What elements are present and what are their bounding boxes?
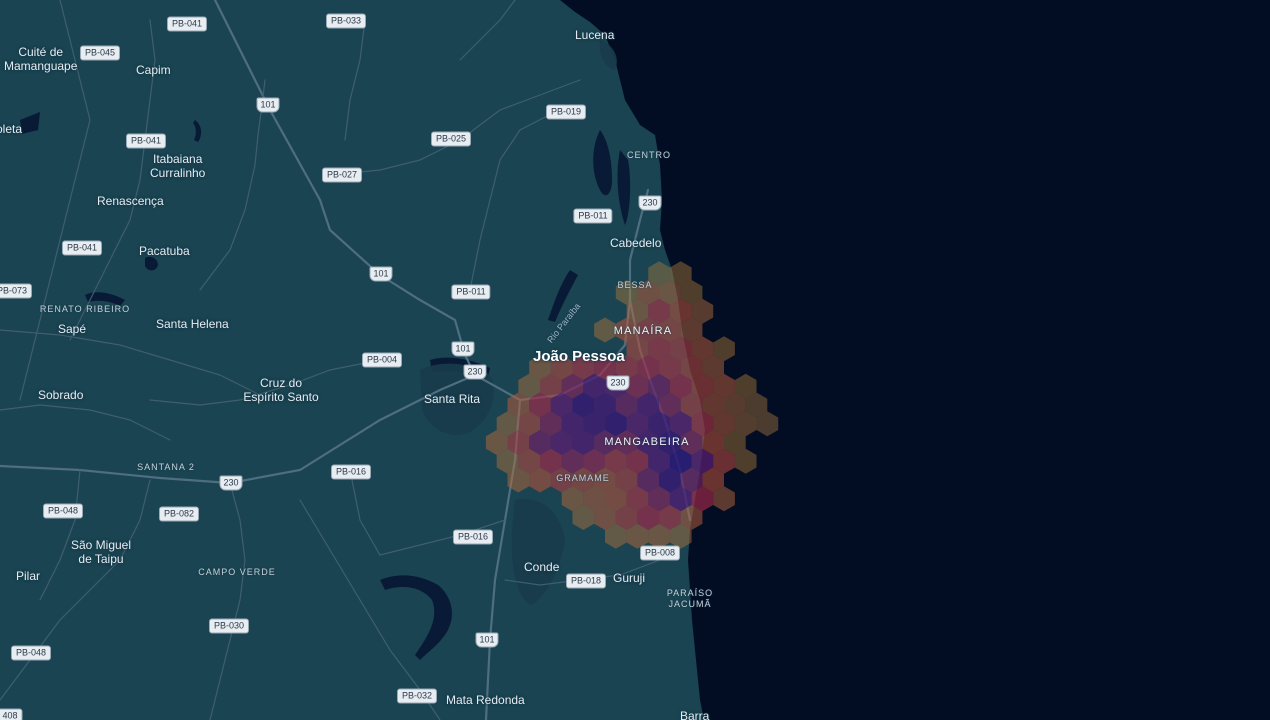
road-shield: PB-048	[42, 503, 84, 519]
road-shield: 230	[219, 475, 243, 491]
road-shield: 101	[475, 632, 499, 648]
place-label-santa-rita: Santa Rita	[424, 392, 481, 406]
place-label-pacatuba: Pacatuba	[139, 244, 190, 258]
road-shield: PB-008	[639, 545, 681, 561]
neighborhood-label-manaira: MANAÍRA	[613, 325, 673, 337]
place-label-sao-miguel: São Miguel de Taipu	[70, 538, 132, 566]
road-shield: PB-041	[166, 16, 208, 32]
road-shield: PB-004	[361, 352, 403, 368]
road-shield: 230	[606, 375, 630, 391]
heatmap-layer	[485, 261, 779, 549]
place-label-cabedelo: Cabedelo	[610, 236, 662, 250]
place-label-lucena: Lucena	[575, 28, 615, 42]
road-shield: 230	[638, 195, 662, 211]
road-shield: PB-025	[430, 131, 472, 147]
place-label-capim: Capim	[136, 63, 171, 77]
road-shield: PB-033	[325, 13, 367, 29]
road-shield: PB-048	[10, 645, 52, 661]
neighborhood-label-santana2: SANTANA 2	[137, 462, 195, 472]
place-label-cruz: Cruz do Espírito Santo	[243, 376, 319, 404]
neighborhood-label-centro: CENTRO	[627, 150, 671, 160]
road-shield: 101	[451, 341, 475, 357]
road-shield: PB-016	[330, 464, 372, 480]
road-shield: 101	[369, 266, 393, 282]
heatmap-hex-cell	[594, 317, 616, 343]
place-label-joao-pessoa: João Pessoa	[533, 348, 625, 365]
map-canvas[interactable]: Cuité de Mamanguape Capim oleta Itabaian…	[0, 0, 1270, 720]
place-label-renascenca: Renascença	[97, 194, 164, 208]
place-label-santa-helena: Santa Helena	[156, 317, 229, 331]
road-shield: PB-019	[545, 104, 587, 120]
place-label-barra: Barra	[680, 709, 710, 720]
place-label-sobrado: Sobrado	[38, 388, 84, 402]
road-shield: PB-032	[396, 688, 438, 704]
place-label-conde: Conde	[524, 560, 560, 574]
road-shield: 230	[463, 364, 487, 380]
road-shield: PB-027	[321, 167, 363, 183]
road-shield: PB-011	[451, 284, 491, 300]
neighborhood-label-campo-verde: CAMPO VERDE	[198, 567, 276, 577]
neighborhood-label-mangabeira: MANGABEIRA	[604, 436, 690, 448]
place-label-mata-redonda: Mata Redonda	[446, 693, 525, 707]
road-shield: PB-073	[0, 283, 33, 299]
place-label-leta: oleta	[0, 122, 23, 136]
neighborhood-label-bessa: BESSA	[617, 280, 653, 290]
road-shield: PB-041	[61, 240, 103, 256]
neighborhood-label-gramame: GRAMAME	[556, 473, 610, 483]
road-shield: PB-045	[79, 45, 121, 61]
road-shield: PB-011	[573, 208, 613, 224]
neighborhood-label-paraiso: PARAÍSO JACUMÃ	[666, 588, 714, 609]
place-label-pilar: Pilar	[16, 569, 41, 583]
road-shield: PB-016	[452, 529, 494, 545]
road-shield: PB-041	[125, 133, 167, 149]
neighborhood-label-renato-ribeiro: RENATO RIBEIRO	[39, 304, 131, 314]
road-shield: PB-018	[565, 573, 607, 589]
road-shield: 408	[0, 708, 23, 720]
place-label-guruji: Guruji	[613, 571, 646, 585]
road-shield: PB-030	[208, 618, 250, 634]
place-label-cuite: Cuité de Mamanguape	[4, 45, 78, 73]
road-shield: PB-082	[158, 506, 200, 522]
road-shield: 101	[256, 97, 280, 113]
place-label-sape: Sapé	[58, 322, 87, 336]
place-label-itabaiana: Itabaiana Curralinho	[150, 152, 206, 180]
